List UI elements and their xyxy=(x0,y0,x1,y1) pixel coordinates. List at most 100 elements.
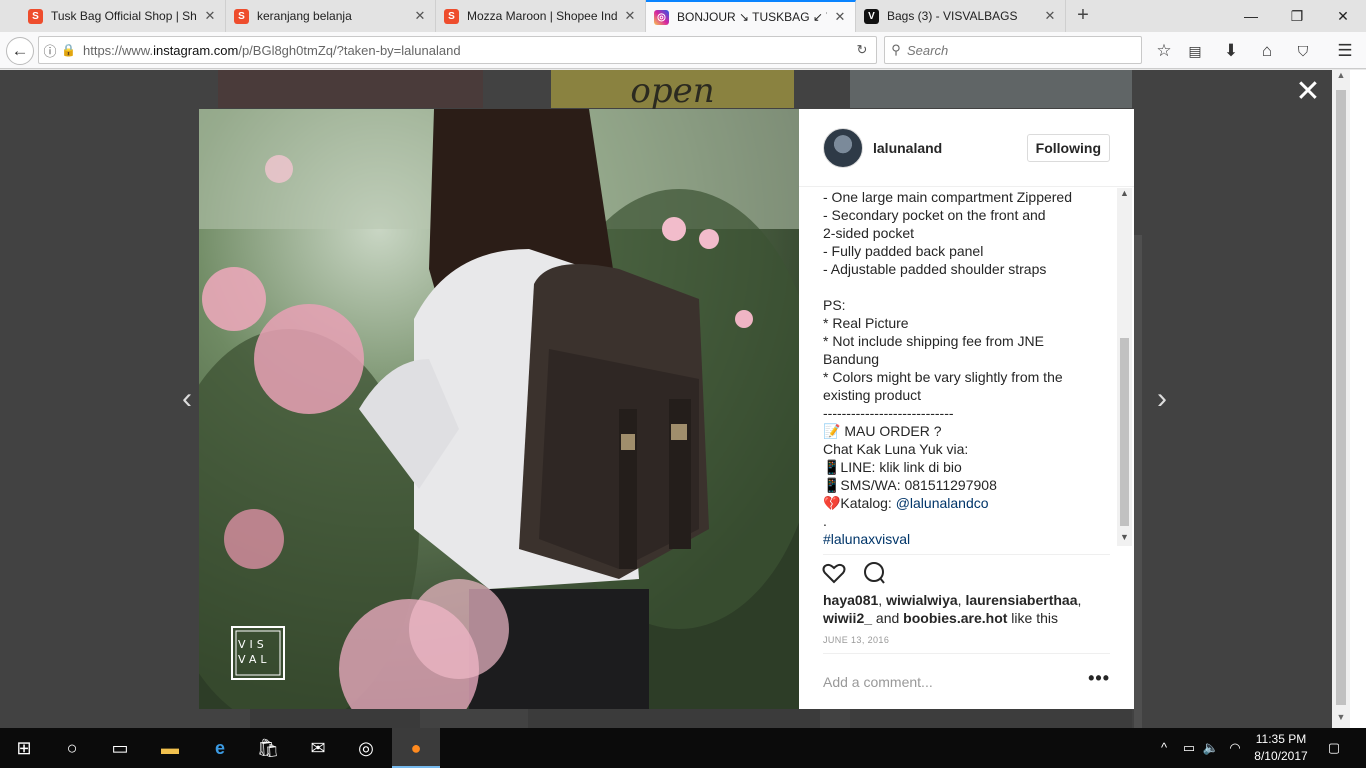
close-tab-icon[interactable]: ✕ xyxy=(413,8,427,24)
tab-keranjang[interactable]: S keranjang belanja ✕ xyxy=(226,0,436,32)
post-date[interactable]: JUNE 13, 2016 xyxy=(823,635,889,645)
liker[interactable]: wiwii2_ xyxy=(823,610,872,626)
close-tab-icon[interactable]: ✕ xyxy=(623,8,637,24)
task-view-icon[interactable]: ▭ xyxy=(96,728,144,768)
post-side-panel: lalunaland Following - One large main co… xyxy=(799,109,1134,709)
wifi-icon[interactable]: ◠ xyxy=(1226,728,1244,768)
post-header: lalunaland Following xyxy=(799,109,1134,187)
following-button[interactable]: Following xyxy=(1026,134,1110,162)
background-post-thumb xyxy=(850,70,1132,108)
comment-box: Add a comment... ••• xyxy=(823,653,1110,709)
katalog-link-suffix[interactable]: co xyxy=(974,495,989,511)
search-icon: ⚲ xyxy=(891,42,901,57)
close-modal-icon[interactable]: ✕ xyxy=(1294,77,1322,107)
url-text[interactable]: https://www.instagram.com/p/BGl8gh0tmZq/… xyxy=(83,43,848,58)
tab-title: keranjang belanja xyxy=(257,9,352,23)
tab-title: Bags (3) - VISVALBAGS xyxy=(887,9,1018,23)
caption-line: existing product xyxy=(823,387,922,403)
liker[interactable]: boobies.are.hot xyxy=(903,610,1007,626)
instagram-icon: ◎ xyxy=(654,9,669,25)
background-post-thumb xyxy=(850,709,1132,728)
action-center-icon[interactable]: ▢ xyxy=(1320,728,1348,768)
tab-title: Tusk Bag Official Shop | Sho xyxy=(51,9,197,23)
close-tab-icon[interactable]: ✕ xyxy=(1043,8,1057,24)
menu-hamburger-icon[interactable]: ☰ xyxy=(1332,38,1358,64)
back-arrow-icon[interactable]: ← xyxy=(6,37,34,65)
scroll-down-icon[interactable]: ▼ xyxy=(1332,712,1350,728)
liker[interactable]: laurensiaberthaa xyxy=(965,592,1077,608)
tab-tusk-bag[interactable]: S Tusk Bag Official Shop | Sho ✕ xyxy=(20,0,226,32)
hashtag-link[interactable]: #lalunaxvisval xyxy=(823,530,1105,546)
close-tab-icon[interactable]: ✕ xyxy=(833,9,847,25)
caption-line: * Colors might be vary slightly from the xyxy=(823,369,1063,385)
scroll-down-icon[interactable]: ▼ xyxy=(1117,532,1132,546)
comment-icon[interactable] xyxy=(861,560,887,586)
window-close-icon[interactable]: ✕ xyxy=(1320,0,1366,32)
browser-tab-strip: S Tusk Bag Official Shop | Sho ✕ S keran… xyxy=(0,0,1366,32)
file-explorer-icon[interactable]: ▬ xyxy=(146,728,194,768)
firefox-icon[interactable]: ● xyxy=(392,728,440,768)
previous-post-icon[interactable]: ‹ xyxy=(177,384,197,414)
scrollbar-thumb[interactable] xyxy=(1336,90,1346,705)
store-icon[interactable]: 🛍 xyxy=(244,728,292,768)
katalog-link[interactable]: @lalunaland xyxy=(896,495,974,511)
reading-list-icon[interactable]: ▤ xyxy=(1182,38,1208,64)
tab-visvalbags[interactable]: V Bags (3) - VISVALBAGS ✕ xyxy=(856,0,1066,32)
caption-line xyxy=(823,278,1105,296)
visval-icon: V xyxy=(864,8,879,24)
clock-date: 8/10/2017 xyxy=(1254,749,1308,763)
download-icon[interactable]: ⬇ xyxy=(1218,38,1244,64)
heart-icon[interactable] xyxy=(821,560,847,586)
groove-music-icon[interactable]: ◎ xyxy=(342,728,390,768)
caption-scrollbar[interactable]: ▲ ▼ xyxy=(1117,188,1132,546)
background-peek-text: open xyxy=(630,71,715,111)
post-photo[interactable]: VISVAL xyxy=(199,109,799,709)
edge-browser-icon[interactable]: e xyxy=(196,728,244,768)
page-scrollbar[interactable]: ▲ ▼ xyxy=(1332,70,1350,728)
search-input[interactable]: ⚲ Search xyxy=(884,36,1142,64)
new-tab-button[interactable]: + xyxy=(1071,4,1095,28)
bookmark-star-icon[interactable]: ☆ xyxy=(1151,38,1177,64)
caption-line: * Real Picture xyxy=(823,315,909,331)
scroll-up-icon[interactable]: ▲ xyxy=(1332,70,1350,86)
tab-mozza-maroon[interactable]: S Mozza Maroon | Shopee Indo ✕ xyxy=(436,0,646,32)
scroll-up-icon[interactable]: ▲ xyxy=(1117,188,1132,202)
shopee-icon: S xyxy=(234,8,249,24)
caption-line: PS: xyxy=(823,297,846,313)
liker[interactable]: haya081 xyxy=(823,592,878,608)
mail-icon[interactable]: ✉ xyxy=(294,728,342,768)
address-bar[interactable]: ⓘ 🔒 https://www.instagram.com/p/BGl8gh0t… xyxy=(38,36,877,64)
caption-line: Chat Kak Luna Yuk via: xyxy=(823,441,969,457)
visval-watermark: VISVAL xyxy=(238,638,271,666)
clock-time: 11:35 PM xyxy=(1255,732,1307,746)
tab-title: Mozza Maroon | Shopee Indo xyxy=(467,9,617,23)
background-post-thumb xyxy=(218,70,483,108)
caption-line: . xyxy=(823,513,827,529)
system-clock[interactable]: 11:35 PM 8/10/2017 xyxy=(1248,731,1314,765)
caption-line: Bandung xyxy=(823,351,880,367)
background-post-thumb xyxy=(528,709,820,728)
liker[interactable]: wiwialwiya xyxy=(886,592,958,608)
tab-instagram[interactable]: ◎ BONJOUR ↘ TUSKBAG ↙ VIS ✕ xyxy=(646,0,856,32)
show-hidden-icons-icon[interactable]: ^ xyxy=(1156,728,1172,768)
minimize-icon[interactable]: — xyxy=(1228,0,1274,32)
search-placeholder: Search xyxy=(907,42,949,58)
battery-icon[interactable]: ▭ xyxy=(1180,728,1198,768)
pocket-icon[interactable]: ⛉ xyxy=(1290,38,1316,64)
home-icon[interactable]: ⌂ xyxy=(1254,38,1280,64)
reload-icon[interactable]: ↻ xyxy=(848,42,876,58)
volume-icon[interactable]: 🔈 xyxy=(1202,728,1220,768)
caption-katalog-line: 💔Katalog: @lalunalandco xyxy=(823,494,1105,512)
avatar[interactable] xyxy=(823,127,863,168)
close-tab-icon[interactable]: ✕ xyxy=(203,8,217,24)
restore-icon[interactable]: ❐ xyxy=(1274,0,1320,32)
next-post-icon[interactable]: › xyxy=(1152,384,1172,414)
more-options-icon[interactable]: ••• xyxy=(1088,668,1110,689)
cortana-icon[interactable]: ○ xyxy=(48,728,96,768)
scrollbar-thumb[interactable] xyxy=(1120,338,1129,526)
windows-start-icon[interactable]: ⊞ xyxy=(0,728,48,768)
caption-line: * Not include shipping fee from JNE xyxy=(823,333,1044,349)
post-username[interactable]: lalunaland xyxy=(873,140,942,156)
info-icon[interactable]: ⓘ xyxy=(39,41,61,60)
comment-input[interactable]: Add a comment... xyxy=(823,674,933,690)
